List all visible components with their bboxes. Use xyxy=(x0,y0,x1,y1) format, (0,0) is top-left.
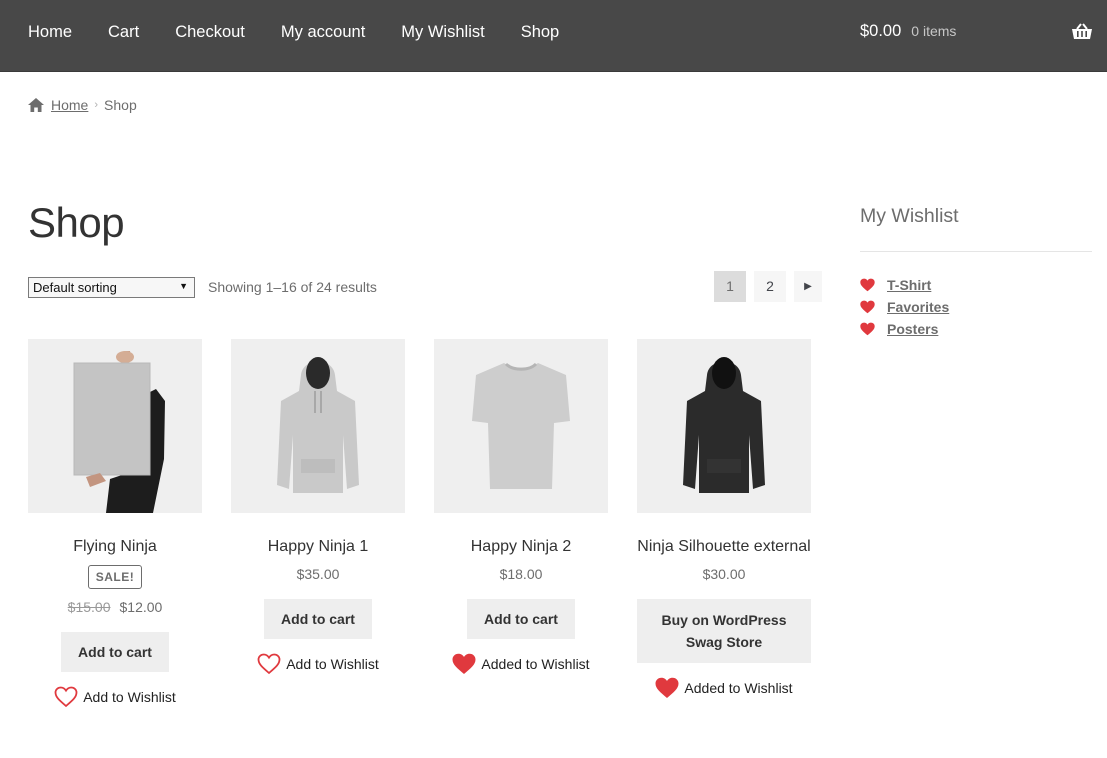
product-price: $15.00 $12.00 xyxy=(28,599,202,615)
sale-badge: SALE! xyxy=(87,565,143,589)
product-card: Flying Ninja SALE! $15.00 $12.00 Add to c… xyxy=(28,339,202,708)
button-line: Buy on WordPress xyxy=(661,612,787,628)
home-icon xyxy=(28,98,44,112)
widget-title: My Wishlist xyxy=(860,205,959,227)
list-item: T-Shirt xyxy=(860,274,949,296)
heart-outline-icon xyxy=(54,686,78,708)
nav-shop[interactable]: Shop xyxy=(521,0,560,64)
wishlist-toggle[interactable]: Added to Wishlist xyxy=(434,653,608,675)
product-image-poster[interactable] xyxy=(28,339,202,513)
button-line: Swag Store xyxy=(685,634,763,650)
nav-my-wishlist[interactable]: My Wishlist xyxy=(401,0,484,64)
breadcrumb-separator-icon: › xyxy=(94,99,99,111)
product-card: Ninja Silhouette external $30.00 Buy on … xyxy=(637,339,811,699)
product-title[interactable]: Ninja Silhouette external xyxy=(637,537,811,556)
product-image-hoodie-grey[interactable] xyxy=(231,339,405,513)
heart-filled-icon xyxy=(860,322,875,336)
basket-icon[interactable] xyxy=(1071,23,1093,41)
site-header: Home Cart Checkout My account My Wishlis… xyxy=(0,0,1107,72)
wishlist-toggle[interactable]: Add to Wishlist xyxy=(231,653,405,675)
page-2[interactable]: 2 xyxy=(754,271,786,302)
product-image-tshirt[interactable] xyxy=(434,339,608,513)
dropdown-caret-icon: ▼ xyxy=(179,281,188,291)
hoodie-illustration xyxy=(683,357,765,493)
pagination: 1 2 ▶ xyxy=(714,271,822,302)
product-title[interactable]: Happy Ninja 1 xyxy=(231,537,405,556)
product-title[interactable]: Flying Ninja xyxy=(28,537,202,556)
page-1: 1 xyxy=(714,271,746,302)
add-to-cart-button[interactable]: Add to cart xyxy=(467,599,575,639)
wishlist-toggle[interactable]: Add to Wishlist xyxy=(28,686,202,708)
nav-my-account[interactable]: My account xyxy=(281,0,365,64)
product-card: Happy Ninja 2 $18.00 Add to cart Added t… xyxy=(434,339,608,675)
primary-nav: Home Cart Checkout My account My Wishlis… xyxy=(28,0,595,64)
wishlist-label: Add to Wishlist xyxy=(286,656,379,672)
add-to-cart-button[interactable]: Add to cart xyxy=(61,632,169,672)
sale-price: $12.00 xyxy=(119,599,163,615)
next-page-icon[interactable]: ▶ xyxy=(794,271,822,302)
breadcrumb: Home › Shop xyxy=(28,97,137,113)
product-price: $35.00 xyxy=(231,566,405,582)
heart-filled-icon xyxy=(655,677,679,698)
wishlist-label: Added to Wishlist xyxy=(481,656,590,672)
list-item: Favorites xyxy=(860,296,949,318)
product-card: Happy Ninja 1 $35.00 Add to cart Add to … xyxy=(231,339,405,675)
add-to-cart-button[interactable]: Add to cart xyxy=(264,599,372,639)
wishlist-link-tshirt[interactable]: T-Shirt xyxy=(887,277,931,293)
nav-home[interactable]: Home xyxy=(28,0,72,64)
nav-cart[interactable]: Cart xyxy=(108,0,139,64)
poster-illustration xyxy=(73,351,165,513)
product-price: $18.00 xyxy=(434,566,608,582)
heart-filled-icon xyxy=(860,278,875,292)
wishlist-link-favorites[interactable]: Favorites xyxy=(887,299,949,315)
heart-filled-icon xyxy=(860,300,875,314)
price: $35.00 xyxy=(296,566,340,582)
hoodie-illustration xyxy=(277,357,359,493)
old-price: $15.00 xyxy=(67,599,111,615)
product-title[interactable]: Happy Ninja 2 xyxy=(434,537,608,556)
buy-external-button[interactable]: Buy on WordPress Swag Store xyxy=(637,599,811,663)
sorting-select[interactable]: Default sorting ▼ xyxy=(28,277,195,298)
wishlist-toggle[interactable]: Added to Wishlist xyxy=(637,677,811,699)
price: $18.00 xyxy=(499,566,543,582)
product-image-hoodie-black[interactable] xyxy=(637,339,811,513)
cart-count[interactable]: 0 items xyxy=(911,23,956,39)
tshirt-illustration xyxy=(472,362,570,489)
wishlist-list: T-Shirt Favorites Posters xyxy=(860,274,949,340)
wishlist-label: Add to Wishlist xyxy=(83,689,176,705)
cart-total[interactable]: $0.00 xyxy=(860,22,901,41)
widget-divider xyxy=(860,251,1092,252)
heart-outline-icon xyxy=(257,653,281,675)
list-item: Posters xyxy=(860,318,949,340)
wishlist-label: Added to Wishlist xyxy=(684,680,793,696)
price: $30.00 xyxy=(702,566,746,582)
nav-checkout[interactable]: Checkout xyxy=(175,0,245,64)
product-price: $30.00 xyxy=(637,566,811,582)
sorting-value: Default sorting xyxy=(33,280,117,295)
result-count: Showing 1–16 of 24 results xyxy=(208,279,377,295)
breadcrumb-home[interactable]: Home xyxy=(51,97,88,113)
heart-filled-icon xyxy=(452,653,476,674)
wishlist-link-posters[interactable]: Posters xyxy=(887,321,938,337)
page-title: Shop xyxy=(28,199,125,246)
breadcrumb-current: Shop xyxy=(104,97,137,113)
header-cart[interactable]: $0.00 0 items xyxy=(860,22,956,41)
